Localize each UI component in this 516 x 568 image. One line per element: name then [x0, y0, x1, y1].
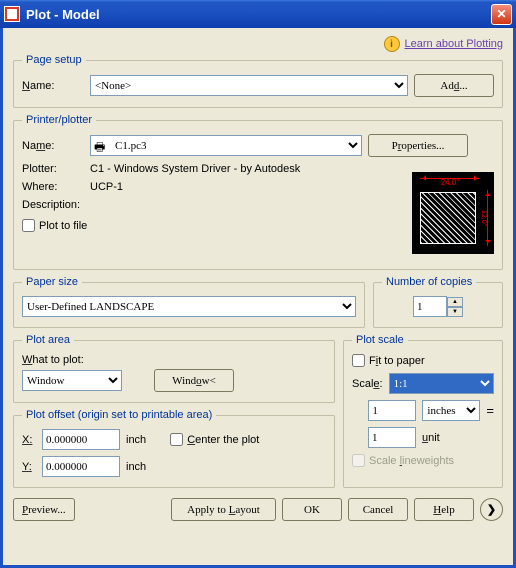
page-setup-legend: Page setup: [22, 54, 86, 66]
spinner-up-icon: ▲: [447, 297, 463, 307]
where-value: UCP-1: [90, 181, 123, 193]
scale-label: Scale:: [352, 378, 383, 390]
page-setup-group: Page setup Name: <None> Add...: [13, 54, 503, 108]
scale-unit-select[interactable]: inches: [422, 400, 480, 421]
add-button[interactable]: Add...: [414, 74, 494, 97]
window-title: Plot - Model: [26, 7, 491, 22]
close-button[interactable]: ✕: [491, 4, 512, 25]
printer-name-label: Name:: [22, 140, 84, 152]
expand-button[interactable]: ❯: [480, 498, 503, 521]
paper-size-select[interactable]: User-Defined LANDSCAPE: [22, 296, 356, 317]
paper-preview: 24.0'' 12.0'': [412, 172, 494, 254]
what-to-plot-label: hat to plot:: [32, 354, 83, 366]
scale-num-input[interactable]: [368, 400, 416, 421]
printer-name-select[interactable]: C1.pc3: [90, 135, 362, 156]
description-label: Description:: [22, 199, 84, 211]
scale-lineweights-checkbox: Scale lineweights: [352, 454, 454, 467]
x-input[interactable]: [42, 429, 120, 450]
preview-button[interactable]: Preview...: [13, 498, 75, 521]
scale-select[interactable]: 1:1: [389, 373, 494, 394]
fit-to-paper-checkbox[interactable]: Fit to paper: [352, 354, 425, 367]
page-setup-name-label: Name:: [22, 80, 84, 92]
cancel-button[interactable]: Cancel: [348, 498, 408, 521]
equals-icon: =: [486, 403, 494, 418]
paper-size-group: Paper size User-Defined LANDSCAPE: [13, 276, 365, 328]
learn-plotting-link[interactable]: Learn about Plotting: [405, 38, 503, 50]
y-input[interactable]: [42, 456, 120, 477]
scale-unit-num-input[interactable]: [368, 427, 416, 448]
printer-group: Printer/plotter Name: 🖶 C1.pc3 Propertie…: [13, 114, 503, 270]
plot-area-group: Plot area What to plot: Window Window<: [13, 334, 335, 403]
y-unit: inch: [126, 461, 146, 473]
x-label: X:: [22, 434, 36, 446]
where-label: Where:: [22, 181, 84, 193]
plotter-label: Plotter:: [22, 163, 84, 175]
window-pick-button[interactable]: Window<: [154, 369, 234, 392]
printer-legend: Printer/plotter: [22, 114, 96, 126]
copies-spinner[interactable]: ▲▼: [413, 296, 463, 317]
plot-scale-group: Plot scale Fit to paper Scale: 1:1 inche…: [343, 334, 503, 488]
app-icon: [4, 6, 20, 22]
dialog-content: i Learn about Plotting Page setup Name: …: [0, 28, 516, 568]
properties-button[interactable]: Properties...: [368, 134, 468, 157]
titlebar: Plot - Model ✕: [0, 0, 516, 28]
help-button[interactable]: Help: [414, 498, 474, 521]
plot-area-legend: Plot area: [22, 334, 74, 346]
drawing-unit-label: nit: [428, 432, 440, 444]
paper-size-legend: Paper size: [22, 276, 82, 288]
apply-layout-button[interactable]: Apply to Layout: [171, 498, 276, 521]
plot-scale-legend: Plot scale: [352, 334, 408, 346]
page-setup-name-select[interactable]: <None>: [90, 75, 408, 96]
copies-group: Number of copies ▲▼: [373, 276, 503, 328]
center-plot-checkbox[interactable]: Center the plot: [170, 433, 259, 446]
what-to-plot-select[interactable]: Window: [22, 370, 122, 391]
x-unit: inch: [126, 434, 146, 446]
plotter-value: C1 - Windows System Driver - by Autodesk: [90, 163, 300, 175]
y-label: Y:: [22, 461, 36, 473]
ok-button[interactable]: OK: [282, 498, 342, 521]
spinner-down-icon: ▼: [447, 307, 463, 317]
copies-legend: Number of copies: [382, 276, 476, 288]
plot-to-file-checkbox[interactable]: Plot to file: [22, 219, 87, 232]
info-icon: i: [384, 36, 400, 52]
plot-offset-group: Plot offset (origin set to printable are…: [13, 409, 335, 488]
plot-offset-legend: Plot offset (origin set to printable are…: [22, 409, 216, 421]
